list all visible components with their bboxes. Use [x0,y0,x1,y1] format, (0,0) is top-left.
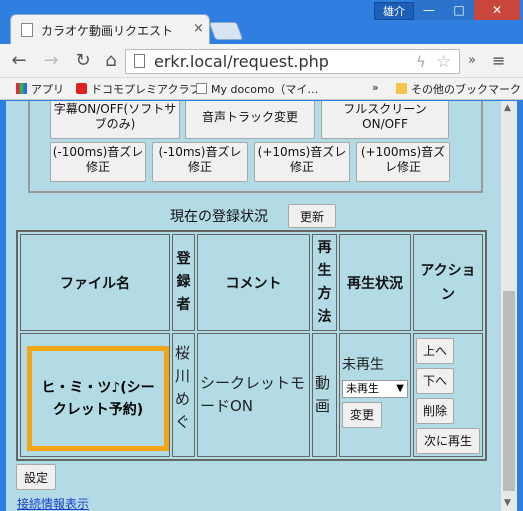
cell-method: 動画 [312,333,337,457]
bookmark-docomo-premier[interactable]: ドコモプレミアクラブ [76,81,200,97]
vertical-scrollbar[interactable]: ▲ ▼ [501,101,517,511]
url-text[interactable]: erkr.local/request.php [154,52,329,71]
request-table: ファイル名 登録者 コメント 再生方法 再生状況 アクション ヒ・ミ・ツ♪(シー… [16,230,487,461]
address-bar[interactable]: erkr.local/request.php ϟ ☆ [125,49,460,74]
scroll-up-icon[interactable]: ▲ [504,103,511,113]
settings-button[interactable]: 設定 [16,464,56,490]
user-badge[interactable]: 雄介 [374,2,414,20]
header-state: 再生状況 [339,234,411,331]
close-window-button[interactable]: ✕ [474,0,520,20]
cell-state: 未再生 未再生 ▼ 変更 [339,333,411,457]
offset-plus100-button[interactable]: (+100ms)音ズレ修正 [356,142,450,182]
scroll-down-icon[interactable]: ▼ [504,498,511,508]
move-up-button[interactable]: 上へ [416,338,454,364]
subtitle-toggle-button[interactable]: 字幕ON/OFF(ソフトサブのみ) [50,101,180,139]
cell-registrant: 桜川めぐ [172,333,195,457]
state-select-value: 未再生 [346,382,379,395]
cell-file: ヒ・ミ・ツ♪(シークレット予約) [20,333,170,457]
bookmark-star-icon[interactable]: ☆ [436,52,451,72]
apps-grid-icon [16,83,27,94]
cell-comment: シークレットモードON [197,333,310,457]
bookmark-other[interactable]: その他のブックマーク [396,81,521,97]
menu-icon[interactable]: ≡ [492,51,505,70]
minimize-button[interactable]: — [414,0,444,20]
window-left-edge [0,101,6,511]
new-tab-button[interactable] [208,22,244,40]
state-text: 未再生 [342,357,384,373]
browser-window: 雄介 — □ ✕ カラオケ動画リクエスト × ← → ↻ ⌂ erkr.loca… [0,0,523,511]
refresh-button[interactable]: 更新 [288,204,336,228]
window-right-edge [517,101,523,511]
table-header-row: ファイル名 登録者 コメント 再生方法 再生状況 アクション [20,234,483,331]
state-select[interactable]: 未再生 ▼ [342,380,408,398]
audio-track-button[interactable]: 音声トラック変更 [185,101,315,139]
page-icon [21,23,33,37]
bookmark-apps[interactable]: アプリ [16,81,64,97]
cell-action: 上へ 下へ 削除 次に再生 [413,333,483,457]
tab-title: カラオケ動画リクエスト [41,24,174,38]
page-content: 字幕ON/OFF(ソフトサブのみ) 音声トラック変更 フルスクリーンON/OFF… [0,101,523,511]
header-registrant: 登録者 [172,234,195,331]
title-bar: 雄介 — □ ✕ カラオケ動画リクエスト × [0,0,523,44]
header-comment: コメント [197,234,310,331]
scroll-thumb[interactable] [503,291,515,491]
fullscreen-toggle-button[interactable]: フルスクリーンON/OFF [321,101,449,139]
bookmarks-more-icon[interactable]: » [372,81,379,94]
folder-icon [396,83,407,94]
page-info-icon[interactable] [134,54,145,68]
connection-info-link[interactable]: 接続情報表示 [17,495,89,511]
offset-plus10-button[interactable]: (+10ms)音ズレ修正 [254,142,350,182]
home-icon[interactable]: ⌂ [100,50,122,72]
docomo-icon [76,83,87,94]
change-button[interactable]: 変更 [342,402,382,428]
header-action: アクション [413,234,483,331]
move-down-button[interactable]: 下へ [416,368,454,394]
tab-close-icon[interactable]: × [193,21,204,36]
tab-karaoke-request[interactable]: カラオケ動画リクエスト × [10,14,210,44]
browser-toolbar: ← → ↻ ⌂ erkr.local/request.php ϟ ☆ » ≡ [0,44,523,78]
file-name-highlight[interactable]: ヒ・ミ・ツ♪(シークレット予約) [27,346,169,451]
maximize-button[interactable]: □ [444,0,474,20]
forward-icon[interactable]: → [40,50,62,72]
reload-icon[interactable]: ↻ [72,50,94,72]
header-file: ファイル名 [20,234,170,331]
back-icon[interactable]: ← [8,50,30,72]
offset-minus100-button[interactable]: (-100ms)音ズレ修正 [50,142,146,182]
table-row: ヒ・ミ・ツ♪(シークレット予約) 桜川めぐ シークレットモードON 動画 未再生… [20,333,483,457]
chevron-down-icon: ▼ [396,383,404,394]
page-icon [196,83,207,94]
bookmark-my-docomo[interactable]: My docomo（マイ… [196,81,318,97]
delete-button[interactable]: 削除 [416,398,454,424]
offset-minus10-button[interactable]: (-10ms)音ズレ修正 [152,142,248,182]
lightning-icon[interactable]: ϟ [416,53,426,71]
extensions-chevron-icon[interactable]: » [468,53,476,68]
status-heading: 現在の登録状況 [170,209,268,225]
play-next-button[interactable]: 次に再生 [416,428,480,454]
header-method: 再生方法 [312,234,337,331]
bookmarks-bar: アプリ ドコモプレミアクラブ My docomo（マイ… » その他のブックマー… [0,78,523,100]
